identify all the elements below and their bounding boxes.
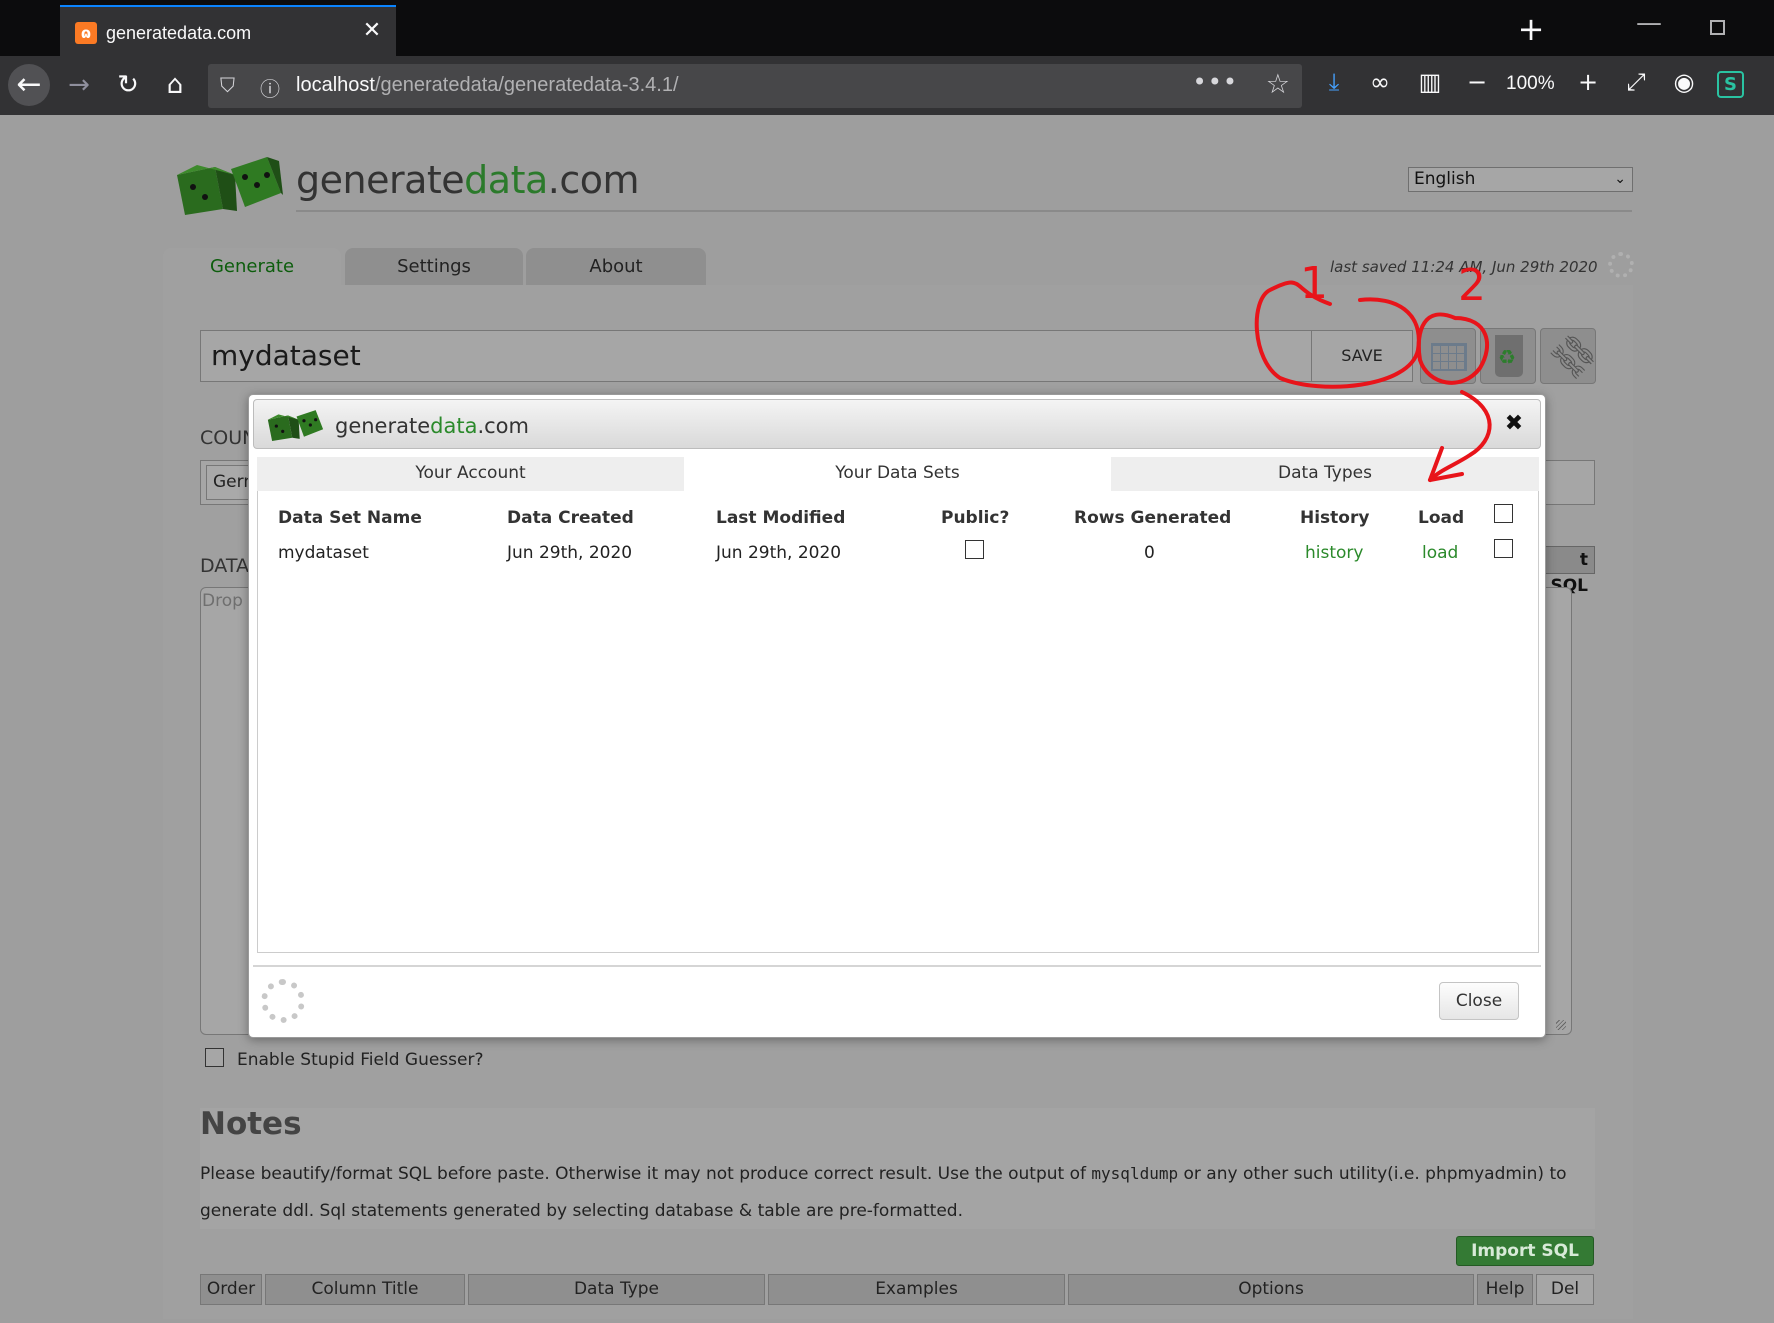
modal-logo-text: generatedata.com — [335, 414, 529, 438]
row-select-checkbox[interactable] — [1494, 539, 1513, 558]
column-header-del: Del — [1536, 1274, 1594, 1305]
home-icon[interactable]: ⌂ — [154, 64, 196, 106]
column-header-options: Options — [1068, 1274, 1474, 1305]
tab-your-account[interactable]: Your Account — [257, 457, 684, 491]
column-header-type: Data Type — [468, 1274, 765, 1305]
browser-tab[interactable]: ɷ generatedata.com ✕ — [60, 5, 396, 56]
trash-icon: ♻ — [1495, 335, 1523, 377]
import-sql-small-button[interactable]: t SQL — [1540, 546, 1595, 596]
last-saved-text: last saved 11:24 AM, Jun 29th 2020 — [1330, 258, 1598, 276]
modal-close-icon[interactable]: ✖ — [1502, 412, 1526, 436]
xampp-favicon-icon: ɷ — [75, 22, 97, 44]
window-minimize-icon[interactable]: — — [1636, 8, 1662, 38]
fullscreen-icon[interactable]: ⤢ — [1619, 68, 1653, 96]
row-load-link[interactable]: load — [1422, 543, 1458, 563]
zoom-level[interactable]: 100% — [1506, 73, 1555, 95]
drop-hint-text: Drop — [202, 591, 243, 611]
row-public-checkbox[interactable] — [965, 540, 984, 559]
row-dataset-name: mydataset — [278, 543, 369, 563]
header-history: History — [1300, 508, 1370, 528]
field-guesser-label: Enable Stupid Field Guesser? — [237, 1050, 484, 1070]
header-divider — [296, 210, 1632, 212]
clear-button[interactable]: ♻ — [1480, 328, 1536, 384]
row-rows-generated: 0 — [1144, 543, 1155, 563]
header-last-modified: Last Modified — [716, 508, 846, 528]
downloads-icon[interactable]: ⤓ — [1317, 68, 1351, 96]
column-header-help: Help — [1477, 1274, 1533, 1305]
window-maximize-icon[interactable] — [1710, 20, 1725, 35]
tab-data-types[interactable]: Data Types — [1111, 457, 1539, 491]
close-button[interactable]: Close — [1439, 982, 1519, 1020]
share-link-button[interactable]: ⛓ — [1540, 326, 1605, 387]
header-public: Public? — [941, 508, 1010, 528]
row-data-created: Jun 29th, 2020 — [507, 543, 633, 563]
resize-grip-icon[interactable] — [1556, 1020, 1566, 1030]
url-text[interactable]: localhost/generatedata/generatedata-3.4.… — [296, 74, 679, 97]
column-header-title: Column Title — [265, 1274, 465, 1305]
header-rows-generated: Rows Generated — [1074, 508, 1232, 528]
chain-link-icon: ⛓ — [1543, 325, 1605, 388]
tab-your-data-sets[interactable]: Your Data Sets — [684, 457, 1111, 491]
account-icon[interactable]: ◉ — [1667, 68, 1701, 96]
language-select[interactable]: English ⌄ — [1408, 167, 1633, 192]
dice-logo-icon — [177, 157, 283, 215]
column-header-examples: Examples — [768, 1274, 1065, 1305]
url-bar[interactable]: ⛉ ⓘ localhost/generatedata/generatedata-… — [208, 64, 1302, 108]
save-button[interactable]: SAVE — [1311, 330, 1413, 382]
header-dataset-name: Data Set Name — [278, 508, 422, 528]
field-guesser-checkbox[interactable] — [205, 1048, 224, 1067]
dice-logo-icon — [267, 410, 324, 441]
loading-spinner-icon — [1608, 252, 1634, 278]
row-last-modified: Jun 29th, 2020 — [716, 543, 842, 563]
tab-title: generatedata.com — [106, 23, 252, 43]
browser-navbar: ← → ↻ ⌂ ⛉ ⓘ localhost/generatedata/gener… — [0, 56, 1774, 115]
tab-close-icon[interactable]: ✕ — [358, 17, 386, 45]
site-logo-text[interactable]: generatedata.com — [296, 158, 640, 202]
back-arrow-icon[interactable]: ← — [8, 64, 50, 106]
tab-generate[interactable]: Generate — [163, 248, 341, 286]
zoom-out-icon[interactable]: − — [1460, 68, 1494, 96]
tab-settings[interactable]: Settings — [345, 248, 523, 286]
reader-sidebar-icon[interactable]: ▥ — [1413, 68, 1447, 96]
forward-arrow-icon[interactable]: → — [58, 64, 100, 106]
chevron-down-icon: ⌄ — [1614, 171, 1626, 187]
table-grid-icon — [1431, 343, 1467, 371]
private-mask-icon[interactable]: ∞ — [1363, 68, 1397, 96]
header-load: Load — [1418, 508, 1465, 528]
import-sql-button[interactable]: Import SQL — [1456, 1236, 1594, 1266]
modal-footer-divider — [253, 965, 1541, 967]
datasets-modal: generatedata.com ✖ Your Account Your Dat… — [248, 394, 1546, 1038]
browser-tabbar: ɷ generatedata.com ✕ + — — [0, 0, 1774, 56]
modal-header: generatedata.com ✖ — [253, 399, 1541, 449]
notes-title: Notes — [200, 1106, 302, 1142]
select-all-checkbox[interactable] — [1494, 504, 1513, 523]
modal-tabs: Your Account Your Data Sets Data Types — [257, 457, 1539, 491]
extension-s-icon[interactable]: S — [1717, 71, 1744, 98]
page-actions-dots-icon[interactable]: ••• — [1193, 68, 1238, 96]
site-info-icon[interactable]: ⓘ — [260, 73, 280, 102]
tracking-shield-icon[interactable]: ⛉ — [220, 73, 235, 97]
new-tab-plus-icon[interactable]: + — [1514, 10, 1548, 48]
column-header-order: Order — [200, 1274, 262, 1305]
header-data-created: Data Created — [507, 508, 634, 528]
reload-icon[interactable]: ↻ — [107, 64, 149, 106]
data-label: DATA — [200, 555, 249, 577]
notes-text: Please beautify/format SQL before paste.… — [200, 1164, 1567, 1221]
zoom-in-icon[interactable]: + — [1571, 68, 1605, 96]
tab-about[interactable]: About — [526, 248, 706, 286]
bookmark-star-icon[interactable]: ☆ — [1266, 69, 1290, 100]
row-history-link[interactable]: history — [1305, 543, 1363, 563]
load-datasets-button[interactable] — [1420, 328, 1476, 384]
dataset-name-input[interactable]: mydataset — [200, 330, 1410, 382]
recycle-icon: ♻ — [1498, 345, 1516, 369]
loading-spinner-icon — [261, 979, 305, 1023]
